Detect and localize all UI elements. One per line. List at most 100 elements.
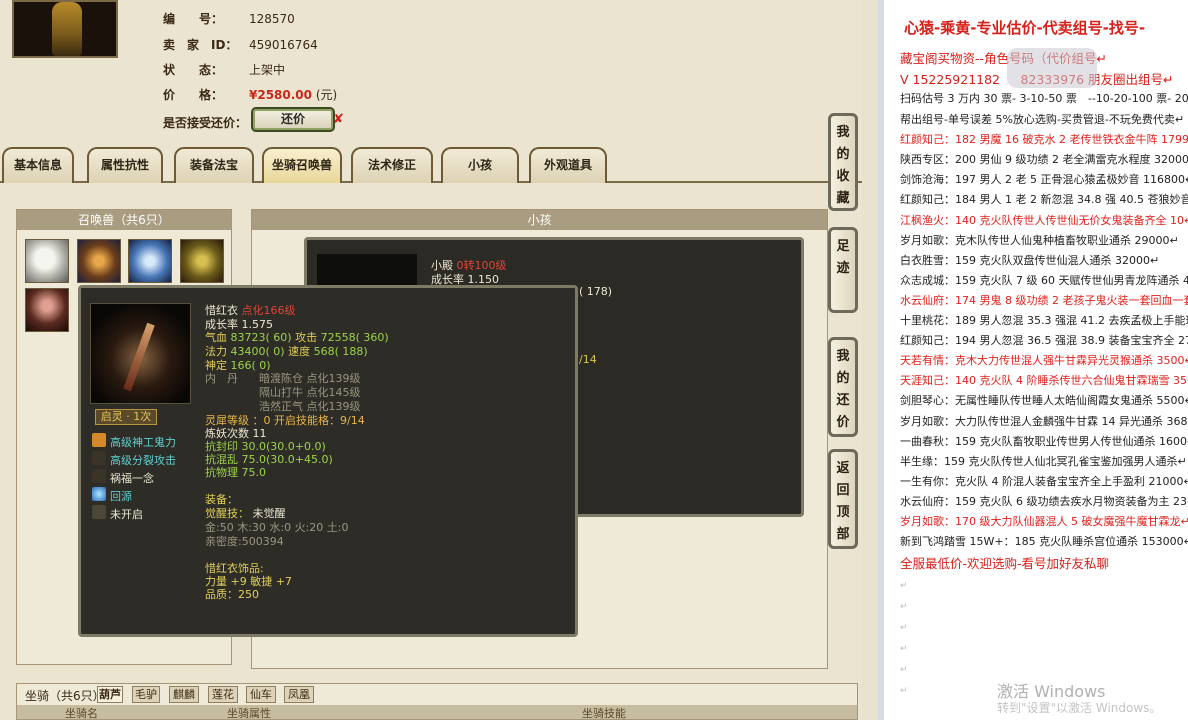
my-offers-button[interactable]: 我的还价 bbox=[828, 337, 858, 437]
notepad-empty-line: ↵ bbox=[900, 644, 908, 655]
notepad-line: 半生缘：159 克火队传世人仙北冥孔雀宝鉴加强男人通杀↵ bbox=[900, 454, 1187, 468]
game-trade-panel: 编 号： 128570 卖 家 ID： 459016764 状 态： 上架中 价 格：… bbox=[0, 0, 862, 720]
skill-icon-5 bbox=[92, 505, 106, 519]
notepad-line: 全服最低价-欢迎选购-看号加好友私聊 bbox=[900, 556, 1110, 572]
notepad-line: 帮出组号-单号误差 5%放心选购-买贵管退-不玩免费代卖↵ bbox=[900, 113, 1185, 126]
notepad-line: 天涯知己：140 克火队 4 阶睡杀传世六合仙鬼甘霖瑞雪 35↵ bbox=[900, 374, 1188, 388]
haggle-cross-icon: ✘ bbox=[333, 112, 344, 127]
favorites-button[interactable]: 我的收藏 bbox=[828, 113, 858, 211]
accessory-quality: 品质：250 bbox=[205, 588, 259, 601]
notepad-line: 陕西专区：200 男仙 9 级功绩 2 老全满雷克水程度 32000↵ bbox=[900, 153, 1188, 167]
notepad-line: 剑胆琴心：无属性睡队传世睡人太皓仙阁霞女鬼通杀 5500↵ bbox=[900, 394, 1188, 408]
summon-slot-2[interactable] bbox=[77, 239, 121, 283]
summon-slot-1[interactable] bbox=[25, 239, 69, 283]
tab-spell-mod[interactable]: 法术修正 bbox=[351, 147, 433, 183]
notepad-line: 岁月如歌：克木队传世人仙鬼种植畜牧职业通杀 29000↵ bbox=[900, 233, 1179, 247]
character-avatar bbox=[12, 0, 118, 58]
notepad-empty-line: ↵ bbox=[900, 602, 908, 613]
mount-tab-3[interactable]: 麒麟 bbox=[169, 686, 199, 703]
notepad-line: 红颜知己：194 男人忽混 36.5 强混 38.9 装备宝宝齐全 275↵ bbox=[900, 334, 1188, 348]
notepad-line: 水云仙府：159 克火队 6 级功绩去疾水月物资装备为主 23↵ bbox=[900, 494, 1188, 508]
status-row: 状 态： 上架中 bbox=[163, 61, 285, 78]
notepad-document[interactable]: 心猿-乘黄-专业估价-代卖组号-找号- 藏宝阁买物资--角色号码（代价组号↵ V … bbox=[878, 0, 1188, 720]
notepad-line: 十里桃花：189 男人忽混 35.3 强混 41.2 去疾孟极上手能玩↵ bbox=[900, 314, 1188, 327]
notepad-line: 一曲春秋：159 克火队畜牧职业传世男人传世仙通杀 1600↵ bbox=[900, 434, 1188, 448]
notepad-line: 岁月如歌：大力队传世混人金麟强牛甘霖 14 异光通杀 368↵ bbox=[900, 414, 1188, 428]
tab-basic-info[interactable]: 基本信息 bbox=[2, 147, 74, 183]
price-value: ¥2580.00 bbox=[249, 88, 313, 102]
neidan-label: 内 丹 bbox=[205, 372, 238, 385]
haggle-label: 是否接受还价： bbox=[163, 116, 248, 130]
skill-4[interactable]: 回源 bbox=[110, 488, 132, 504]
seller-id-value: 459016764 bbox=[249, 38, 318, 52]
skill-3[interactable]: 祸福一念 bbox=[110, 470, 154, 486]
qiling-badge: 启灵 · 1次 bbox=[95, 409, 157, 425]
status-value: 上架中 bbox=[249, 63, 286, 77]
summon-portrait bbox=[90, 303, 191, 404]
history-button[interactable]: 足迹 bbox=[828, 227, 858, 313]
listing-id-row: 编 号： 128570 bbox=[163, 10, 295, 27]
price-unit: (元) bbox=[315, 88, 338, 102]
mount-table-header: 坐骑名 坐骑属性 坐骑技能 bbox=[17, 705, 857, 720]
notepad-line: 红颜知己：184 男人 1 老 2 新忽混 34.8 强 40.5 苍狼妙音 2… bbox=[900, 193, 1188, 207]
summon-slot-5[interactable] bbox=[25, 288, 69, 332]
notepad-line: 岁月如歌：170 级大力队仙器混人 5 破女魔强牛魔甘霖龙↵ bbox=[900, 515, 1188, 528]
col-mount-skill: 坐骑技能 bbox=[582, 707, 626, 720]
col-mount-attr: 坐骑属性 bbox=[227, 707, 271, 720]
tab-child[interactable]: 小孩 bbox=[441, 147, 519, 183]
notepad-line: 白衣胜雪：159 克火队双盘传世仙混人通杀 32000↵ bbox=[900, 253, 1160, 267]
seller-id-row: 卖 家 ID： 459016764 bbox=[163, 36, 318, 53]
mount-tab-6[interactable]: 凤凰 bbox=[284, 686, 314, 703]
notepad-empty-line: ↵ bbox=[900, 581, 908, 592]
favorites-button-label: 我的收藏 bbox=[836, 125, 850, 206]
haggle-button[interactable]: 还价 bbox=[251, 107, 335, 132]
col-mount-name: 坐骑名 bbox=[65, 707, 98, 720]
my-offers-button-label: 我的还价 bbox=[836, 349, 850, 430]
skill-1[interactable]: 高级神工鬼力 bbox=[110, 434, 176, 450]
notepad-line: 江枫渔火：140 克火队传世人传世仙无价女鬼装备齐全 10↵ bbox=[900, 213, 1188, 227]
notepad-title: 心猿-乘黄-专业估价-代卖组号-找号- bbox=[904, 19, 1146, 37]
price-label: 价 格： bbox=[163, 88, 224, 102]
notepad-empty-line: ↵ bbox=[900, 665, 908, 676]
notepad-line: 众志成城：159 克火队 7 级 60 天赋传世仙男青龙阵通杀 4↵ bbox=[900, 273, 1188, 287]
skill-2[interactable]: 高级分裂攻击 bbox=[110, 452, 176, 468]
price-row: 价 格： ¥2580.00 (元) bbox=[163, 86, 337, 103]
notepad-empty-line: ↵ bbox=[900, 686, 908, 697]
listing-id-label: 编 号： bbox=[163, 12, 224, 26]
child-partial-slots: /14 bbox=[579, 353, 597, 366]
back-to-top-button-label: 返回顶部 bbox=[836, 461, 850, 542]
notepad-line: 扫码估号 3 万内 30 票- 3-10-50 票 --10-20-100 票-… bbox=[900, 92, 1188, 105]
summon-slot-3[interactable] bbox=[128, 239, 172, 283]
notepad-line: 红颜知己：182 男魔 16 破克水 2 老传世铁衣金牛阵 17999↵ bbox=[900, 133, 1188, 147]
notepad-line: 新到飞鸿踏雪 15W+：185 克火队睡杀宫位通杀 153000↵ bbox=[900, 535, 1188, 549]
mount-panel-title: 坐骑（共6只） bbox=[25, 689, 105, 703]
seller-id-label: 卖 家 ID： bbox=[163, 38, 238, 52]
child-panel-title: 小孩 bbox=[252, 210, 827, 230]
status-label: 状 态： bbox=[163, 63, 224, 77]
detail-tabbar: 基本信息 属性抗性 装备法宝 坐骑召唤兽 法术修正 小孩 外观道具 bbox=[0, 147, 862, 183]
haggle-row: 是否接受还价： bbox=[163, 114, 249, 131]
mount-tab-1[interactable]: 葫芦 bbox=[97, 686, 123, 703]
mount-tab-5[interactable]: 仙车 bbox=[246, 686, 276, 703]
spd-value: 568( 188) bbox=[313, 345, 368, 358]
tab-attributes[interactable]: 属性抗性 bbox=[87, 147, 163, 183]
tab-appearance[interactable]: 外观道具 bbox=[529, 147, 607, 183]
summon-slot-4[interactable] bbox=[180, 239, 224, 283]
mount-tab-4[interactable]: 莲花 bbox=[208, 686, 238, 703]
summon-panel-title: 召唤兽（共6只） bbox=[17, 210, 231, 230]
mount-panel: 坐骑（共6只） 葫芦 毛驴 麒麟 莲花 仙车 凤凰 坐骑名 坐骑属性 坐骑技能 bbox=[16, 683, 858, 720]
skill-icon-1 bbox=[92, 433, 106, 447]
mount-tab-2[interactable]: 毛驴 bbox=[132, 686, 160, 703]
summon-tooltip: 惜红衣 点化166级 成长率 1.575 气血 83723( 60) 攻击 72… bbox=[78, 285, 578, 637]
back-to-top-button[interactable]: 返回顶部 bbox=[828, 449, 858, 549]
spd-label: 速度 bbox=[288, 345, 311, 358]
blurred-region bbox=[1007, 48, 1097, 88]
notepad-line: 天若有情：克木大力传世混人强牛甘霖异光灵猴通杀 3500↵ bbox=[900, 354, 1188, 368]
listing-id-value: 128570 bbox=[249, 12, 295, 26]
skill-icon-2 bbox=[92, 451, 106, 465]
history-button-label: 足迹 bbox=[836, 239, 850, 276]
resist-physical: 抗物理 75.0 bbox=[205, 466, 266, 479]
tab-mounts-summons[interactable]: 坐骑召唤兽 bbox=[262, 147, 342, 183]
tab-equipment[interactable]: 装备法宝 bbox=[174, 147, 254, 183]
intimacy: 亲密度:500394 bbox=[205, 535, 284, 548]
